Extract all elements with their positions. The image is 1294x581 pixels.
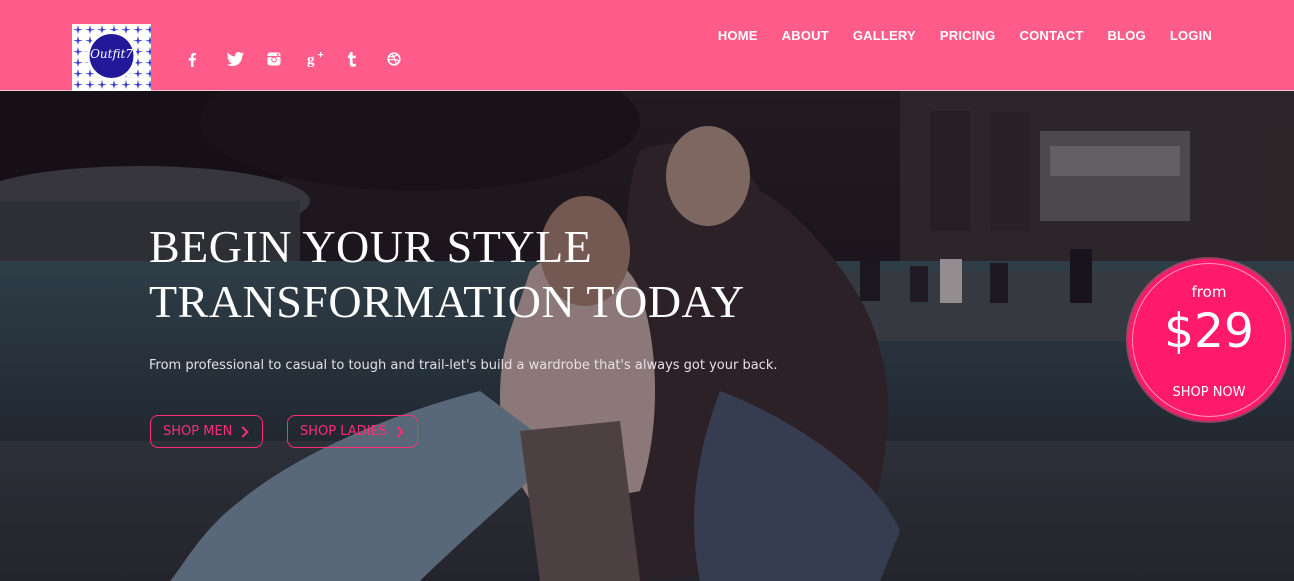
nav-item-about[interactable]: ABOUT	[782, 28, 829, 43]
hero-headline-line1: BEGIN YOUR STYLE	[149, 221, 593, 272]
twitter-icon[interactable]	[227, 48, 267, 70]
shop-men-button[interactable]: SHOP MEN	[150, 415, 263, 448]
svg-text:g: g	[307, 52, 315, 67]
chevron-right-icon	[237, 425, 250, 438]
hero-headline: BEGIN YOUR STYLE TRANSFORMATION TODAY	[149, 219, 745, 329]
tumblr-icon[interactable]	[347, 48, 387, 70]
nav-item-contact[interactable]: CONTACT	[1019, 28, 1083, 43]
hero-subtext: From professional to casual to tough and…	[149, 358, 778, 373]
social-links: g	[187, 48, 427, 70]
shop-men-label: SHOP MEN	[163, 424, 233, 439]
shop-ladies-label: SHOP LADIES	[300, 424, 387, 439]
shop-ladies-button[interactable]: SHOP LADIES	[287, 415, 418, 448]
logo-text: Outfit7	[90, 47, 133, 61]
promo-price: $29	[1164, 304, 1254, 359]
instagram-icon[interactable]	[267, 48, 307, 70]
main-nav: HOME ABOUT GALLERY PRICING CONTACT BLOG …	[694, 28, 1294, 43]
promo-from-label: from	[1191, 283, 1227, 301]
google-plus-icon[interactable]: g	[307, 48, 347, 70]
site-header: Outfit7 g HOME ABOUT GALLERY PRICING CON…	[0, 0, 1294, 91]
nav-item-home[interactable]: HOME	[718, 28, 758, 43]
nav-item-blog[interactable]: BLOG	[1107, 28, 1145, 43]
nav-item-gallery[interactable]: GALLERY	[853, 28, 916, 43]
hero-overlay	[0, 91, 1294, 581]
dribbble-icon[interactable]	[387, 48, 427, 70]
chevron-right-icon	[392, 425, 404, 438]
facebook-icon[interactable]	[187, 48, 227, 70]
hero-section: BEGIN YOUR STYLE TRANSFORMATION TODAY Fr…	[0, 91, 1294, 581]
brand-logo[interactable]: Outfit7	[72, 24, 151, 91]
price-promo-badge[interactable]: from $29 SHOP NOW	[1128, 259, 1290, 421]
promo-shop-now[interactable]: SHOP NOW	[1128, 385, 1290, 400]
hero-headline-line2: TRANSFORMATION TODAY	[149, 276, 745, 327]
nav-item-login[interactable]: LOGIN	[1170, 28, 1212, 43]
nav-item-pricing[interactable]: PRICING	[940, 28, 996, 43]
